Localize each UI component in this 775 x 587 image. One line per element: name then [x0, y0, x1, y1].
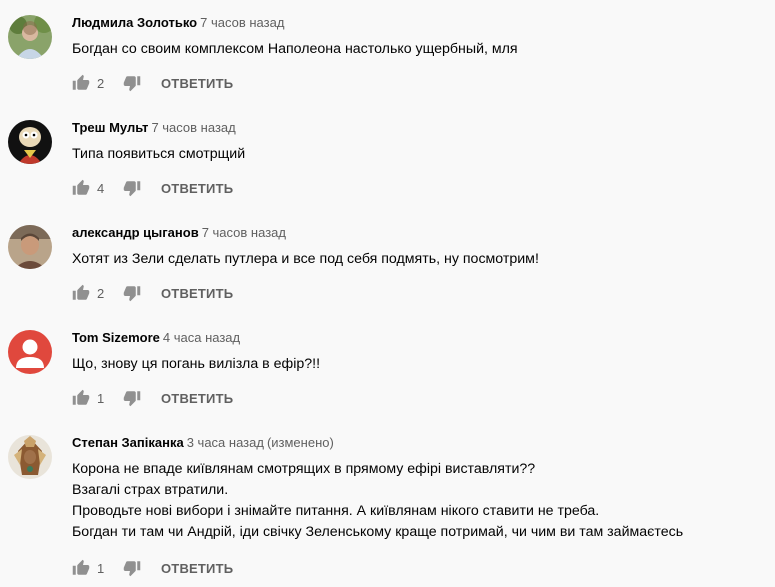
thumb-down-icon	[123, 391, 141, 407]
comment-actions: 2 ОТВЕТИТЬ	[70, 72, 233, 94]
comment-time[interactable]: 7 часов назад	[200, 15, 284, 30]
comment-header: Людмила Золотько 7 часов назад	[72, 13, 284, 33]
reply-button[interactable]: ОТВЕТИТЬ	[161, 181, 233, 196]
comment-line: Проводьте нові вибори і знімайте питання…	[72, 503, 600, 519]
comment-header: Степан Запіканка 3 часа назад (изменено)	[72, 433, 334, 453]
avatar[interactable]	[8, 435, 52, 479]
dislike-button[interactable]	[121, 72, 143, 94]
comment-header: Треш Мульт 7 часов назад	[72, 118, 236, 138]
like-button[interactable]	[70, 177, 92, 199]
thumb-up-icon	[72, 284, 90, 300]
comment-line: Хотят из Зели сделать путлера и все под …	[72, 251, 539, 267]
comment-line: Типа появиться смотрщий	[72, 146, 246, 162]
comment-time[interactable]: 7 часов назад	[202, 225, 286, 240]
dislike-button[interactable]	[121, 557, 143, 579]
thumb-up-icon	[72, 74, 90, 90]
reply-button[interactable]: ОТВЕТИТЬ	[161, 286, 233, 301]
avatar[interactable]	[8, 15, 52, 59]
like-count: 4	[97, 180, 105, 196]
reply-button[interactable]: ОТВЕТИТЬ	[161, 76, 233, 91]
reply-button[interactable]: ОТВЕТИТЬ	[161, 561, 233, 576]
dislike-button[interactable]	[121, 177, 143, 199]
comment-actions: 2 ОТВЕТИТЬ	[70, 282, 233, 304]
comment-line: Взагалі страх втратили.	[72, 482, 229, 498]
dislike-button[interactable]	[121, 282, 143, 304]
author-name[interactable]: александр цыганов	[72, 225, 199, 240]
comment-text: Богдан со своим комплексом Наполеона нас…	[72, 39, 518, 60]
like-button[interactable]	[70, 282, 92, 304]
comment-time[interactable]: 7 часов назад	[151, 120, 235, 135]
comment-line: Богдан со своим комплексом Наполеона нас…	[72, 41, 518, 57]
avatar[interactable]	[8, 330, 52, 374]
reply-button[interactable]: ОТВЕТИТЬ	[161, 391, 233, 406]
comment-actions: 1 ОТВЕТИТЬ	[70, 557, 233, 579]
thumb-up-icon	[72, 559, 90, 575]
edited-label: (изменено)	[266, 435, 334, 450]
thumb-up-icon	[72, 389, 90, 405]
like-count: 1	[97, 560, 105, 576]
avatar[interactable]	[8, 120, 52, 164]
author-name[interactable]: Степан Запіканка	[72, 435, 184, 450]
comment-header: Tom Sizemore 4 часа назад	[72, 328, 240, 348]
comment-actions: 4 ОТВЕТИТЬ	[70, 177, 233, 199]
author-name[interactable]: Людмила Золотько	[72, 15, 197, 30]
comment-actions: 1 ОТВЕТИТЬ	[70, 387, 233, 409]
like-count: 2	[97, 75, 105, 91]
comment-line: Що, знову ця погань вилізла в ефір?!!	[72, 356, 321, 372]
like-button[interactable]	[70, 387, 92, 409]
thumb-down-icon	[123, 76, 141, 92]
avatar[interactable]	[8, 225, 52, 269]
comment-text: Типа появиться смотрщий	[72, 144, 245, 165]
comment-time[interactable]: 3 часа назад	[187, 435, 264, 450]
like-button[interactable]	[70, 557, 92, 579]
like-count: 1	[97, 390, 105, 406]
author-name[interactable]: Tom Sizemore	[72, 330, 160, 345]
like-count: 2	[97, 285, 105, 301]
comment-text: Корона не впаде київлянам смотрящих в пр…	[72, 459, 683, 543]
comment-text: Хотят из Зели сделать путлера и все под …	[72, 249, 539, 270]
comment-text: Що, знову ця погань вилізла в ефір?!!	[72, 354, 320, 375]
comment-header: александр цыганов 7 часов назад	[72, 223, 286, 243]
thumb-down-icon	[123, 286, 141, 302]
comment-line: Корона не впаде київлянам смотрящих в пр…	[72, 461, 536, 477]
thumb-down-icon	[123, 561, 141, 577]
thumb-up-icon	[72, 179, 90, 195]
author-name[interactable]: Треш Мульт	[72, 120, 148, 135]
dislike-button[interactable]	[121, 387, 143, 409]
comment-line: Богдан ти там чи Андрій, іди свічку Зеле…	[72, 524, 684, 540]
like-button[interactable]	[70, 72, 92, 94]
comment-time[interactable]: 4 часа назад	[163, 330, 240, 345]
thumb-down-icon	[123, 181, 141, 197]
